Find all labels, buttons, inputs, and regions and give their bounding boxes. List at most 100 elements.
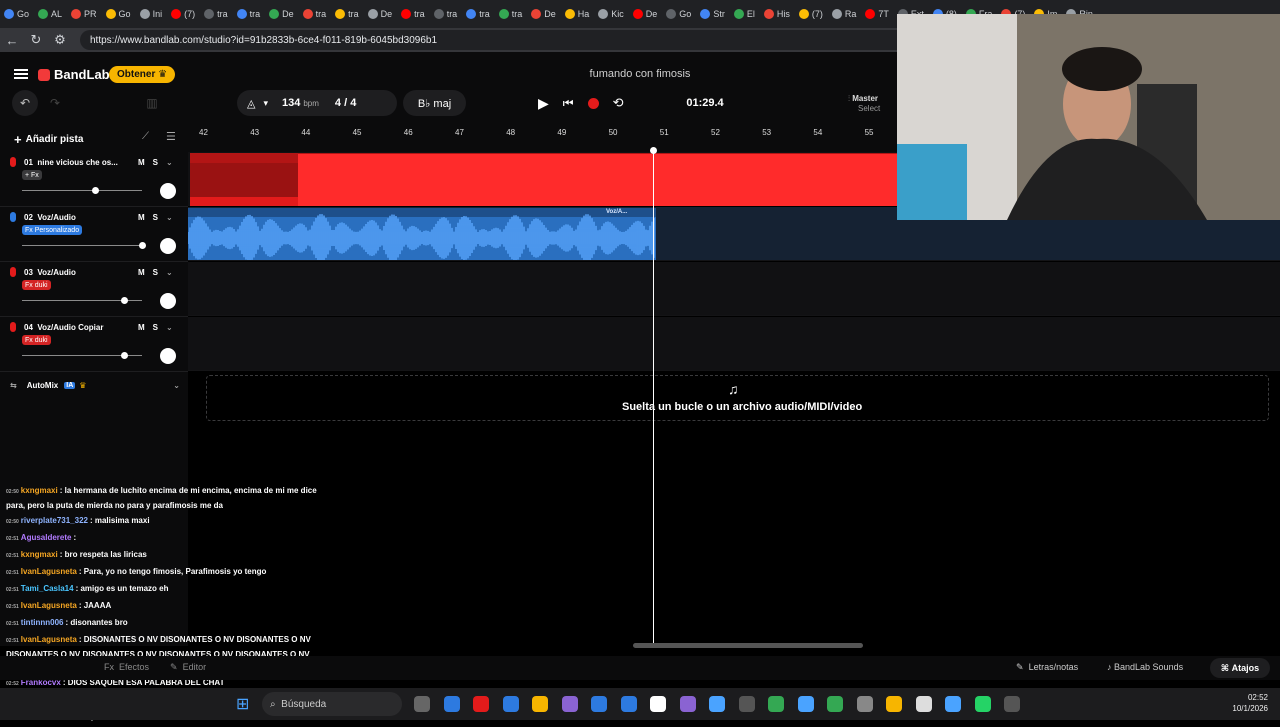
atajos-button[interactable]: ⌘ Atajos [1210,658,1270,678]
audio-clip-track-2[interactable] [188,208,656,260]
browser-tab[interactable]: tra [495,3,527,25]
volume-slider-handle[interactable] [121,352,129,359]
taskbar-app-icon[interactable] [443,696,460,712]
browser-tab[interactable]: His [760,3,794,25]
playhead[interactable] [653,150,654,648]
fx-badge[interactable]: + Fx [22,170,42,180]
taskbar-app-icon[interactable] [915,696,932,712]
volume-slider-handle[interactable] [121,297,129,304]
taskbar-app-icon[interactable] [827,696,843,712]
timeline-ruler[interactable]: 42 43 44 45 46 47 48 49 50 51 52 53 54 55 [188,126,898,152]
mute-button[interactable]: M [138,158,145,167]
browser-tab[interactable]: tra [200,3,232,25]
browser-tab[interactable]: El [730,3,759,25]
browser-tab[interactable]: Kic [594,3,628,25]
taskbar-app-icon[interactable] [945,696,961,712]
sounds-tab[interactable]: ♪ BandLab Sounds [1107,662,1183,672]
browser-tab[interactable]: (7) [167,3,199,25]
efectos-tab[interactable]: Fx Efectos [104,662,149,672]
solo-button[interactable]: S [153,158,158,167]
volume-slider[interactable] [22,352,142,359]
track-name[interactable]: 02 Voz/Audio [24,213,76,222]
chevron-down-icon[interactable]: ⌄ [173,381,180,390]
taskbar-app-icon[interactable] [738,696,755,712]
taskbar-app-icon[interactable] [974,696,991,712]
volume-slider-handle[interactable] [92,187,100,194]
record-icon[interactable] [587,97,599,109]
browser-tab[interactable]: tra [430,3,462,25]
browser-tab[interactable]: De [527,3,560,25]
mixer-button[interactable]: ▥ [139,90,165,116]
taskbar-search[interactable]: ⌕ Búsqueda [262,692,402,716]
solo-button[interactable]: S [153,323,158,332]
menu-icon[interactable] [14,69,28,79]
fx-badge[interactable]: Fx duki [22,280,51,290]
browser-tab[interactable]: Ini [136,3,167,25]
microphone-icon[interactable] [10,212,16,222]
volume-slider[interactable] [22,297,142,304]
loop-icon[interactable]: ⟲ [613,95,624,111]
reload-icon[interactable]: ↻ [24,32,48,48]
browser-tab[interactable]: De [265,3,298,25]
taskbar-app-icon[interactable] [561,696,578,712]
track-header[interactable]: 03 Voz/Audio M S ⌄ Fx duki [0,263,188,317]
tuner-icon[interactable]: ⟋ [142,131,149,142]
taskbar-app-icon[interactable] [414,696,430,712]
skip-back-icon[interactable]: ⏮ [563,96,574,111]
track-header[interactable]: 02 Voz/Audio M S ⌄ Fx Personalizado [0,208,188,262]
mute-button[interactable]: M [138,213,145,222]
solo-button[interactable]: S [153,268,158,277]
add-track-button[interactable]: + Añadir pista [14,132,83,147]
windows-start-icon[interactable]: ⊞ [236,694,249,714]
tempo-group[interactable]: ◬ ▾ 134 bpm 4 / 4 [237,90,397,116]
microphone-icon[interactable] [10,267,16,277]
volume-slider[interactable] [22,242,146,249]
pan-knob[interactable] [160,183,176,199]
taskbar-app-icon[interactable] [886,696,902,712]
play-icon[interactable]: ▶ [538,95,549,112]
back-icon[interactable]: ← [0,33,24,48]
browser-tab[interactable]: (7) [795,3,827,25]
url-field[interactable]: https://www.bandlab.com/studio?id=91b283… [80,30,940,50]
horizontal-scrollbar[interactable] [633,643,863,648]
project-title[interactable]: fumando con fimosis [540,68,740,80]
taskbar-app-icon[interactable] [620,696,637,712]
obtener-button[interactable]: Obtener ♛ [109,66,176,83]
browser-tab[interactable]: tra [233,3,265,25]
browser-tab[interactable]: Go [102,3,135,25]
site-info-icon[interactable]: ⚙ [48,32,72,48]
track-name[interactable]: 04 Voz/Audio Copiar [24,323,103,332]
redo-button[interactable]: ↷ [42,90,68,116]
browser-tab[interactable]: tra [299,3,331,25]
time-signature[interactable]: 4 / 4 [335,97,356,109]
chevron-down-icon[interactable]: ⌄ [166,158,173,167]
track-name[interactable]: 03 Voz/Audio [24,268,76,277]
taskbar-app-icon[interactable] [1004,696,1020,712]
taskbar-app-icon[interactable] [709,696,725,712]
volume-slider[interactable] [22,187,142,194]
chevron-down-icon[interactable]: ▾ [263,98,268,109]
browser-tab[interactable]: Go [0,3,33,25]
metronome-icon[interactable]: ◬ [247,97,255,110]
taskbar-app-icon[interactable] [532,696,548,712]
taskbar-app-icon[interactable] [650,696,666,712]
chevron-down-icon[interactable]: ⌄ [166,213,173,222]
track-lane-3[interactable] [188,262,1280,316]
playhead-handle[interactable] [650,147,657,154]
fx-badge[interactable]: Fx Personalizado [22,225,83,235]
letras-tab[interactable]: ✎ Letras/notas [1016,662,1078,673]
browser-tab[interactable]: Go [662,3,695,25]
settings-sliders-icon[interactable]: ☰ [166,130,176,143]
track-name[interactable]: 01 nine vicious che os... [24,158,118,167]
key-button[interactable]: B♭ maj [403,90,466,116]
mute-button[interactable]: M [138,323,145,332]
taskbar-app-icon[interactable] [856,696,873,712]
master-control[interactable]: ⫶ Master Select [848,94,880,113]
undo-button[interactable]: ↶ [12,90,38,116]
microphone-icon[interactable] [10,157,16,167]
mute-button[interactable]: M [138,268,145,277]
track-lane-4[interactable] [188,317,1280,371]
pan-knob[interactable] [160,348,176,364]
tempo-value[interactable]: 134 [282,97,300,109]
taskbar-app-icon[interactable] [502,696,519,712]
